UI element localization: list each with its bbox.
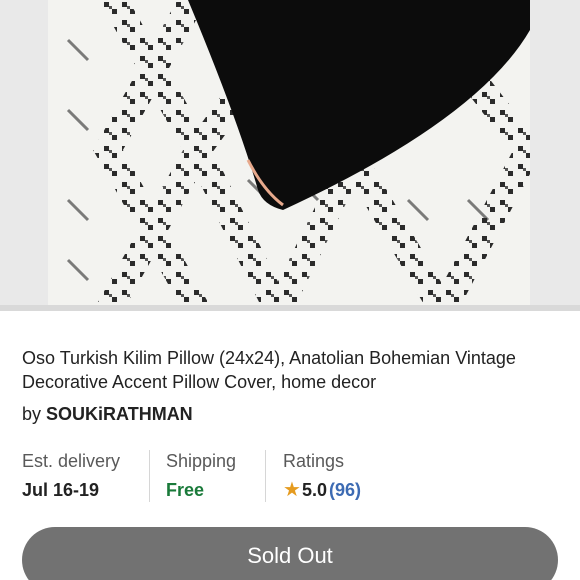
shipping-stat: Shipping Free	[150, 450, 265, 502]
shipping-value: Free	[166, 480, 205, 500]
seller-name-link[interactable]: SOUKiRATHMAN	[46, 404, 193, 424]
delivery-value: Jul 16-19	[22, 480, 100, 500]
sold-out-button[interactable]: Sold Out	[22, 527, 558, 580]
seller-prefix: by	[22, 404, 42, 424]
ratings-label: Ratings	[283, 451, 345, 471]
product-image-area[interactable]	[0, 0, 580, 311]
delivery-stat: Est. delivery Jul 16-19	[22, 450, 149, 502]
ratings-stat[interactable]: Ratings ★ 5.0 (96)	[266, 450, 361, 502]
rating-score: 5.0	[301, 480, 327, 500]
seller-line: by SOUKiRATHMAN	[22, 402, 193, 426]
delivery-label: Est. delivery	[22, 451, 121, 471]
listing-title: Oso Turkish Kilim Pillow (24x24), Anatol…	[22, 348, 516, 392]
shipping-label: Shipping	[166, 451, 237, 471]
star-icon: ★	[283, 479, 301, 501]
product-photo[interactable]	[48, 0, 530, 311]
ratings-value[interactable]: ★ 5.0 (96)	[283, 478, 361, 502]
image-carousel-indicator	[0, 305, 580, 311]
kilim-pattern-image	[48, 0, 530, 311]
listing-stats: Est. delivery Jul 16-19 Shipping Free Ra…	[22, 450, 361, 502]
rating-count-link[interactable]: (96)	[329, 478, 361, 502]
